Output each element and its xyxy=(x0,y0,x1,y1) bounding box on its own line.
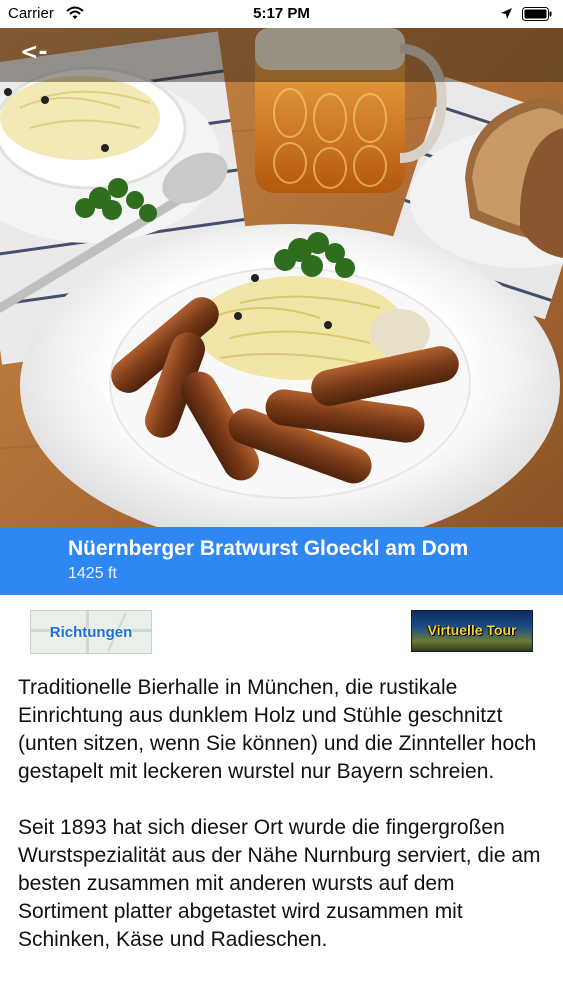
place-name: Nüernberger Bratwurst Gloeckl am Dom xyxy=(68,537,469,560)
status-time: 5:17 PM xyxy=(253,5,310,22)
virtual-tour-label: Virtuelle Tour xyxy=(427,622,517,638)
bratwurst-plate-image xyxy=(0,28,563,528)
navigation-bar: <- xyxy=(0,28,563,82)
place-description: Traditionelle Bierhalle in München, die … xyxy=(18,674,548,982)
directions-label: Richtungen xyxy=(49,624,133,641)
virtual-tour-button[interactable]: Virtuelle Tour xyxy=(411,610,533,652)
back-button[interactable]: <- xyxy=(20,40,48,65)
battery-icon xyxy=(522,7,552,26)
place-title-band: Nüernberger Bratwurst Gloeckl am Dom 142… xyxy=(0,527,563,595)
directions-button[interactable]: Richtungen xyxy=(30,610,152,654)
description-paragraph: Traditionelle Bierhalle in München, die … xyxy=(18,676,537,783)
location-arrow-icon xyxy=(500,7,513,25)
status-bar: Carrier 5:17 PM xyxy=(0,0,563,28)
description-paragraph: Seit 1893 hat sich dieser Ort wurde die … xyxy=(18,816,541,951)
place-distance: 1425 ft xyxy=(68,565,117,582)
hero-photo xyxy=(0,28,563,528)
